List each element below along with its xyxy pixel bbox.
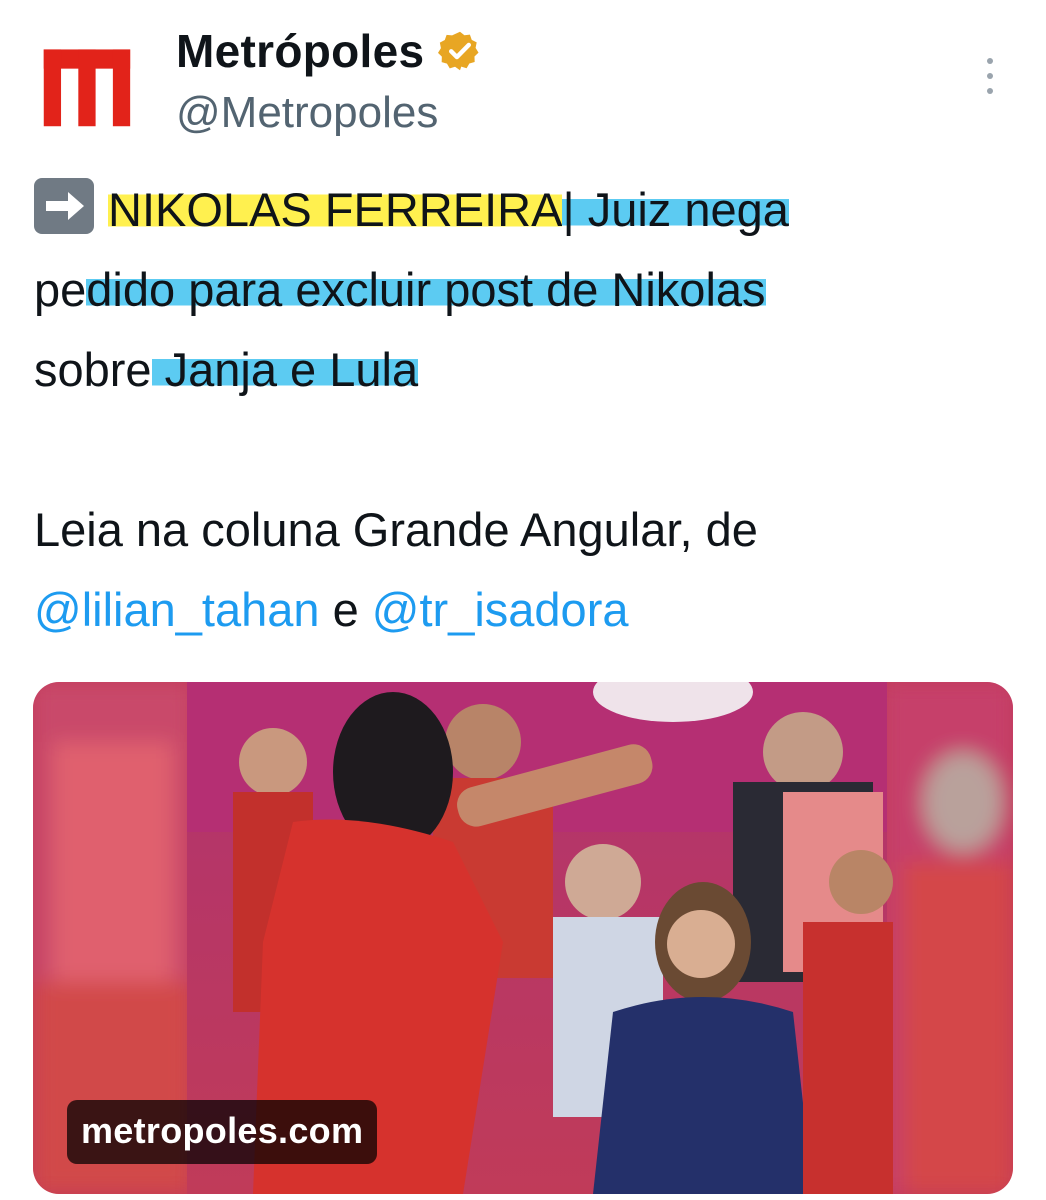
highlight-headline-3: Janja e Lula <box>151 343 419 396</box>
verified-badge-icon[interactable] <box>438 29 482 73</box>
tweet-line-1: NIKOLAS FERREIRA| Juiz nega <box>34 170 1014 250</box>
line3-plain: sobre <box>34 343 152 396</box>
author-name[interactable]: Metrópoles <box>176 24 424 78</box>
tweet-line-4: Leia na coluna Grande Angular, de <box>34 503 758 556</box>
author-name-row: Metrópoles <box>176 24 482 78</box>
tweet-line-2: pedido para excluir post de Nikolas <box>34 250 1014 330</box>
metropoles-logo-icon <box>43 49 131 127</box>
highlight-headline-2: dido para excluir post de Nikolas <box>86 263 766 316</box>
avatar[interactable] <box>36 34 136 134</box>
highlight-name: NIKOLAS FERREIRA <box>108 183 563 236</box>
line2-plain: pe <box>34 263 87 316</box>
highlight-headline-1: | Juiz nega <box>562 183 789 236</box>
tweet-text: NIKOLAS FERREIRA| Juiz nega pedido para … <box>34 170 1014 650</box>
author-handle[interactable]: @Metropoles <box>176 88 438 138</box>
more-vertical-icon[interactable] <box>970 52 1010 100</box>
mention-link-1[interactable]: @lilian_tahan <box>34 583 320 636</box>
tweet-line-5: @lilian_tahan e @tr_isadora <box>34 570 1014 650</box>
right-arrow-emoji-icon <box>34 178 94 234</box>
media-source-label: metropoles.com <box>67 1100 378 1164</box>
media-card[interactable]: metropoles.com <box>33 682 1013 1194</box>
mention-link-2[interactable]: @tr_isadora <box>372 583 629 636</box>
tweet-line-3: sobre Janja e Lula <box>34 330 1014 410</box>
tweet-header: Metrópoles @Metropoles <box>0 0 1046 160</box>
mention-connector: e <box>319 583 372 636</box>
